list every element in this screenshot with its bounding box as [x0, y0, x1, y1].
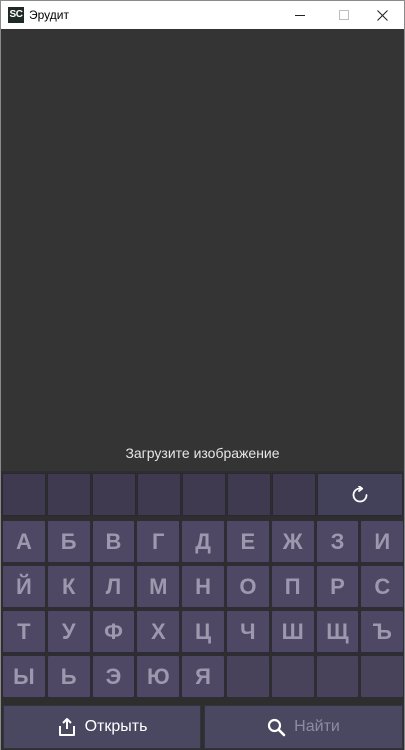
letter-key[interactable]: Р [315, 565, 360, 608]
letter-key[interactable]: Х [136, 610, 181, 653]
find-button-label: Найти [294, 718, 340, 735]
letter-key[interactable]: Ц [181, 610, 225, 653]
empty-key [360, 655, 405, 698]
letter-key[interactable]: М [136, 565, 181, 608]
letter-key[interactable]: К [46, 565, 91, 608]
letter-slot[interactable] [137, 473, 181, 516]
empty-key [315, 655, 360, 698]
letter-key[interactable]: П [270, 565, 315, 608]
load-image-hint: Загрузите изображение [125, 445, 280, 461]
open-button-label: Открыть [84, 718, 148, 735]
minimize-icon [294, 15, 305, 16]
letter-key[interactable]: Л [91, 565, 136, 608]
letter-key[interactable]: Ъ [360, 610, 405, 653]
letter-key[interactable]: Щ [315, 610, 360, 653]
letter-key[interactable]: Ф [91, 610, 136, 653]
bottom-bar: Открыть Найти [1, 703, 404, 750]
find-button[interactable]: Найти [204, 705, 403, 749]
empty-key [270, 655, 315, 698]
letter-key[interactable]: Ю [136, 655, 181, 698]
close-button[interactable] [360, 1, 405, 29]
letter-key[interactable]: С [360, 565, 405, 608]
letter-key[interactable]: Б [46, 520, 91, 563]
search-icon [268, 718, 286, 736]
letter-key[interactable]: З [315, 520, 360, 563]
letter-key[interactable]: У [46, 610, 91, 653]
letter-key[interactable]: О [226, 565, 270, 608]
close-icon [377, 9, 388, 21]
letter-slot[interactable] [182, 473, 226, 516]
letter-key[interactable]: Ь [46, 655, 91, 698]
reset-button[interactable] [317, 473, 403, 516]
refresh-icon [352, 485, 368, 502]
letter-key[interactable]: Э [91, 655, 136, 698]
letter-key[interactable]: Ч [226, 610, 270, 653]
letter-key[interactable]: В [91, 520, 136, 563]
letter-key[interactable]: Ж [270, 520, 315, 563]
window-title: Эрудит [29, 8, 69, 22]
letter-key[interactable]: Ы [2, 655, 46, 698]
letter-slot[interactable] [272, 473, 316, 516]
letter-key[interactable]: Д [181, 520, 225, 563]
image-area[interactable]: Загрузите изображение [1, 29, 404, 471]
minimize-button[interactable] [277, 1, 322, 29]
letter-key[interactable]: Я [181, 655, 225, 698]
letter-key[interactable]: И [360, 520, 405, 563]
maximize-icon [338, 10, 349, 20]
letter-key[interactable]: А [2, 520, 46, 563]
letter-key[interactable]: Г [136, 520, 181, 563]
letter-slot[interactable] [227, 473, 271, 516]
letter-key[interactable]: Ш [270, 610, 315, 653]
title-bar: SC Эрудит [1, 1, 404, 29]
letter-key[interactable]: Н [181, 565, 225, 608]
app-window: SC Эрудит Загрузите изображение АБВГДЕЖЗ… [0, 0, 405, 750]
letter-keyboard: АБВГДЕЖЗИ ЙКЛМНОПРС ТУФХЦЧШЩЪ ЫЬЭЮЯ [1, 518, 405, 703]
empty-key [226, 655, 270, 698]
word-slots [1, 471, 404, 518]
letter-slot[interactable] [2, 473, 46, 516]
open-button[interactable]: Открыть [3, 705, 201, 749]
letter-slot[interactable] [47, 473, 91, 516]
letter-key[interactable]: Е [226, 520, 270, 563]
letter-slot[interactable] [92, 473, 136, 516]
upload-icon [58, 718, 75, 736]
app-icon: SC [8, 7, 24, 23]
letter-key[interactable]: Т [2, 610, 46, 653]
letter-key[interactable]: Й [2, 565, 46, 608]
